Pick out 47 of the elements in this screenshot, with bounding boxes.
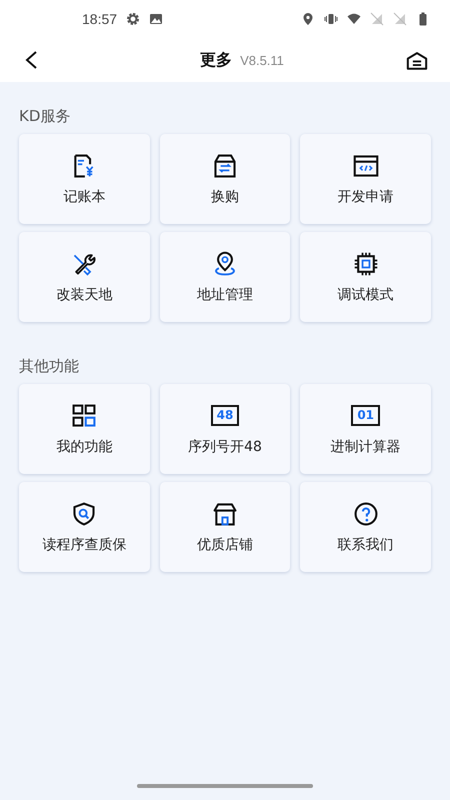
number-display-icon: 48 [210, 405, 240, 426]
number-display-icon: 01 [351, 405, 380, 426]
feature-label: 读程序查质保 [42, 536, 126, 554]
feature-label: 开发申请 [338, 188, 394, 206]
feature-label: 序列号开48 [188, 438, 262, 456]
feature-card[interactable]: 换购 [160, 134, 290, 224]
feature-label: 调试模式 [338, 286, 394, 304]
shield-search-icon [71, 500, 98, 526]
location-icon [301, 12, 315, 26]
back-icon[interactable] [24, 50, 38, 70]
page-title: 更多 [200, 50, 232, 70]
feature-card[interactable]: 联系我们 [300, 482, 431, 572]
gear-icon [126, 12, 140, 26]
feature-card[interactable]: 地址管理 [160, 232, 290, 322]
feature-card[interactable]: 优质店铺 [160, 482, 290, 572]
feature-label: 记账本 [63, 188, 106, 206]
feature-label: 优质店铺 [196, 536, 253, 554]
feature-card[interactable]: 我的功能 [19, 384, 150, 474]
version-label: V8.5.11 [240, 52, 284, 68]
vibrate-icon [324, 12, 338, 26]
section-title: KD服务 [19, 106, 72, 126]
feature-card[interactable]: 读程序查质保 [19, 482, 150, 572]
home-icon[interactable] [406, 50, 428, 70]
feature-card[interactable]: 开发申请 [300, 134, 431, 224]
feature-label: 改装天地 [56, 286, 112, 304]
no-sim-icon [370, 12, 384, 26]
wifi-icon [347, 12, 361, 26]
feature-label: 换购 [210, 188, 239, 206]
code-window-icon [352, 152, 379, 178]
feature-label: 地址管理 [196, 286, 253, 304]
status-time: 18:57 [82, 11, 118, 27]
image-icon [149, 12, 164, 26]
grid-icon [71, 402, 98, 428]
box-exchange-icon [212, 152, 238, 178]
feature-card[interactable]: 记账本 [19, 134, 150, 224]
question-icon [352, 500, 379, 526]
feature-card[interactable]: 48 序列号开48 [160, 384, 290, 474]
feature-label: 进制计算器 [330, 438, 401, 456]
feature-label: 我的功能 [56, 438, 112, 456]
feature-card[interactable]: 调试模式 [300, 232, 431, 322]
chip-icon [352, 250, 379, 276]
feature-card[interactable]: 01 进制计算器 [300, 384, 431, 474]
feature-label: 联系我们 [338, 536, 394, 554]
section-title: 其他功能 [19, 356, 80, 376]
store-icon [212, 500, 238, 526]
feature-card[interactable]: 改装天地 [19, 232, 150, 322]
no-sim-icon [393, 12, 407, 26]
